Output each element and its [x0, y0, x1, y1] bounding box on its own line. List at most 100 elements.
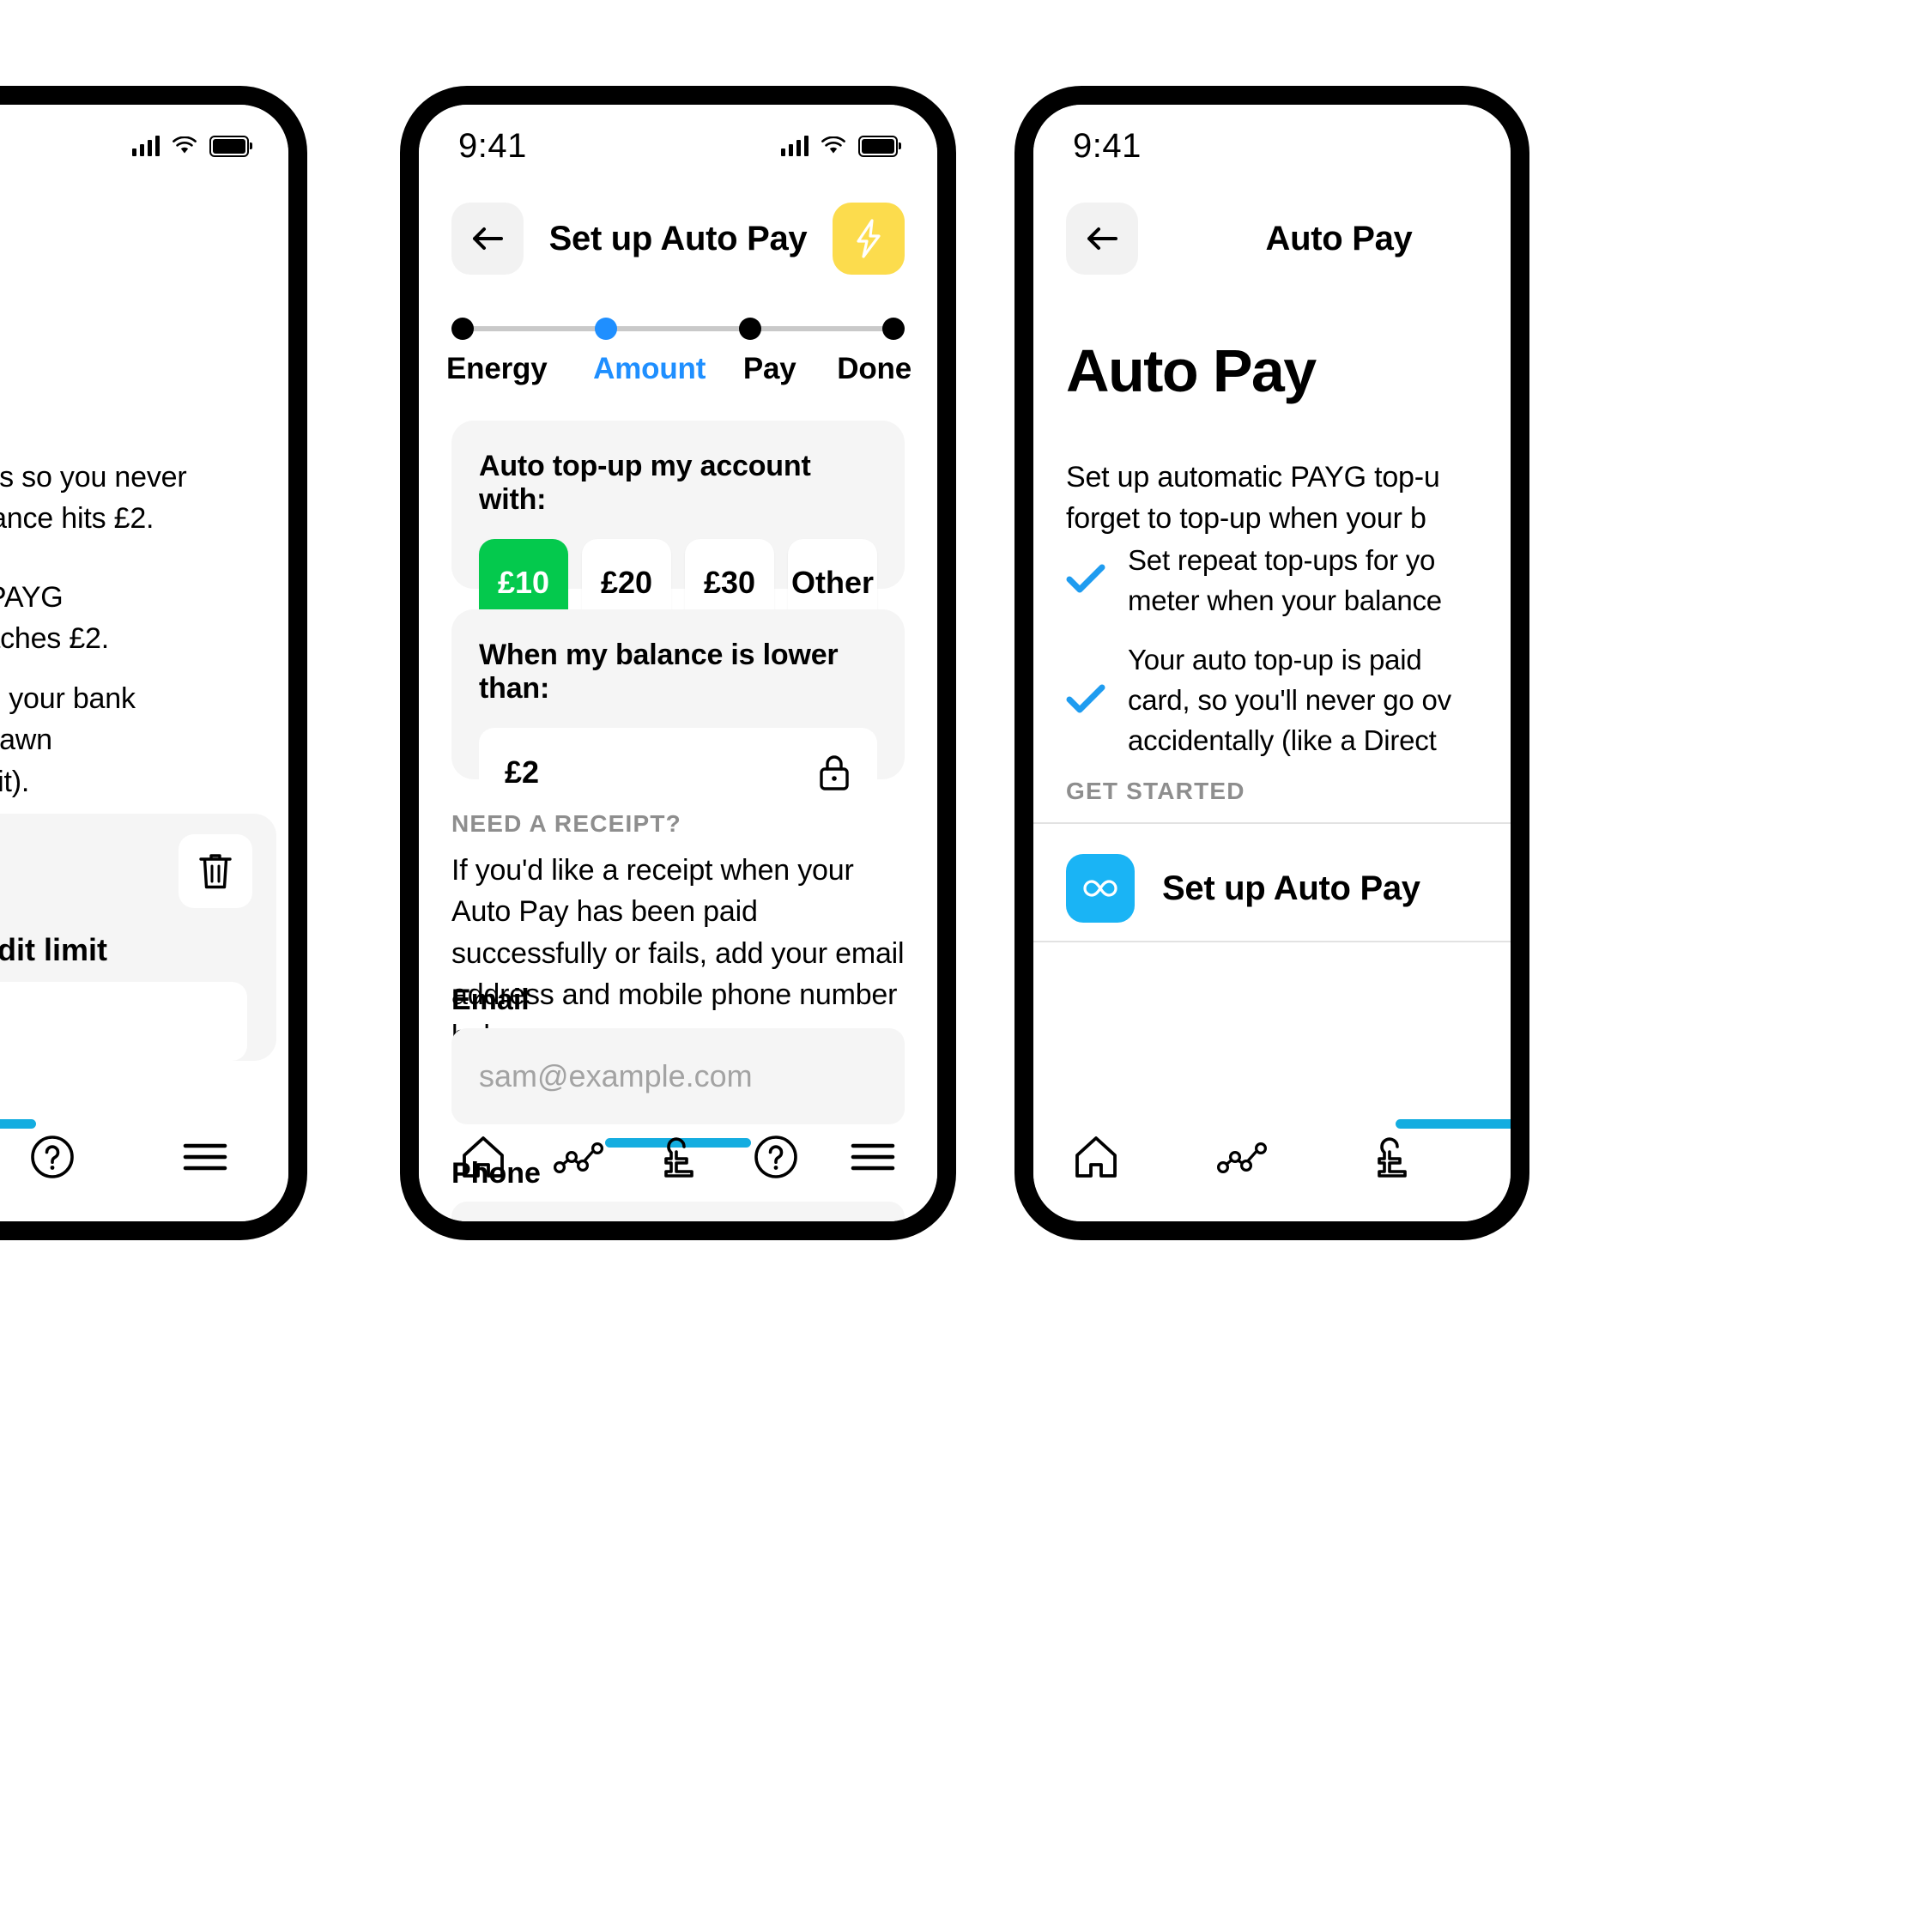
balance-threshold-value: £2 [505, 754, 540, 790]
arrow-left-icon [473, 227, 503, 250]
usage-graph-icon [1216, 1142, 1267, 1174]
benefit-item-2: Your auto top-up is paid card, so you'll… [1066, 640, 1511, 761]
progress-stepper: Energy Amount Pay Done [446, 316, 911, 386]
stepper-dot-energy[interactable] [451, 318, 474, 340]
cellular-signal-icon [131, 136, 160, 156]
divider-top [1033, 822, 1511, 824]
back-button[interactable] [1066, 203, 1138, 275]
page-title: Auto Pay [1066, 337, 1317, 404]
stepper-labels: Energy Amount Pay Done [446, 352, 911, 386]
left-paragraph-1: c PAYG top-ups so you never when your ba… [0, 461, 187, 536]
back-button[interactable] [451, 203, 524, 275]
wifi-icon [172, 136, 197, 155]
middle-screen: 9:41 Set up Auto Pay Energy Amount Pay D… [419, 105, 937, 1221]
quick-action-button[interactable] [833, 203, 905, 275]
stepper-label-amount: Amount [593, 352, 706, 385]
pound-icon [1378, 1137, 1407, 1178]
right-nav-title: Auto Pay [1265, 219, 1413, 257]
receipt-body: If you'd like a receipt when your Auto P… [451, 854, 905, 1052]
email-label: Email [451, 984, 530, 1016]
stepper-track [451, 316, 905, 342]
right-screen: 9:41 Auto Pay Auto Pay Set up automatic … [1033, 105, 1511, 1221]
check-icon [1066, 683, 1105, 718]
stepper-dot-amount[interactable] [595, 318, 618, 340]
stepper-dots [451, 318, 905, 340]
tab-menu[interactable] [173, 1125, 237, 1189]
middle-status-time: 9:41 [458, 126, 527, 165]
cellular-signal-icon [780, 136, 809, 156]
email-placeholder: sam@example.com [479, 1058, 753, 1093]
menu-icon [851, 1143, 895, 1171]
receipt-eyebrow: NEED A RECEIPT? [451, 810, 681, 837]
middle-navbar: Set up Auto Pay [419, 187, 937, 290]
balance-threshold-title: When my balance is lower than: [479, 639, 839, 705]
credit-limit-label: Credit limit [0, 932, 107, 967]
home-icon [462, 1136, 504, 1178]
infinity-icon [1083, 880, 1117, 897]
delete-button[interactable] [179, 834, 252, 908]
tab-usage[interactable] [548, 1125, 612, 1189]
tab-help[interactable] [21, 1125, 84, 1189]
tab-pay[interactable] [646, 1125, 710, 1189]
left-navbar: Auto Pay [0, 187, 288, 290]
pound-icon [664, 1137, 693, 1178]
left-tabbar [0, 1093, 288, 1221]
phone-left: Auto Pay c PAYG top-ups so you never whe… [0, 86, 307, 1240]
topup-amount-title: Auto top-up my account with: [479, 450, 811, 516]
trash-icon [199, 854, 232, 889]
tab-usage[interactable] [1212, 1125, 1275, 1189]
right-navbar: Auto Pay [1033, 187, 1511, 290]
stepper-dot-done[interactable] [881, 318, 905, 340]
balance-threshold-card: When my balance is lower than: £2 [451, 609, 905, 817]
benefit-item-1: Set repeat top-ups for yo meter when you… [1066, 541, 1511, 621]
battery-icon [858, 135, 901, 157]
middle-status-bar: 9:41 [419, 105, 937, 187]
left-bullet-1: op-ups for your PAYG your balance reache… [0, 581, 110, 656]
usage-graph-icon [554, 1142, 604, 1174]
stepper-label-energy: Energy [446, 352, 548, 385]
tab-home[interactable] [1064, 1125, 1128, 1189]
tab-pay[interactable] [1360, 1125, 1423, 1189]
battery-icon [209, 135, 252, 157]
list-item-setup-auto-pay[interactable]: Set up Auto Pay [1066, 836, 1511, 941]
stepper-label-done: Done [837, 352, 911, 385]
tab-menu[interactable] [841, 1125, 905, 1189]
balance-threshold-field[interactable]: £2 [479, 728, 877, 817]
benefit-text-1: Set repeat top-ups for yo meter when you… [1128, 544, 1442, 616]
right-tabbar [1033, 1093, 1511, 1221]
tab-home[interactable] [451, 1125, 515, 1189]
credit-limit-value-field[interactable]: £2.00 [0, 982, 247, 1061]
benefit-text-2: Your auto top-up is paid card, so you'll… [1128, 644, 1451, 756]
left-status-bar [0, 105, 288, 187]
help-circle-icon [31, 1136, 74, 1178]
infinity-icon-tile [1066, 854, 1135, 923]
arrow-left-icon [1087, 227, 1117, 250]
phone-right: 9:41 Auto Pay Auto Pay Set up automatic … [1014, 86, 1529, 1240]
wifi-icon [821, 136, 846, 155]
get-started-label: GET STARTED [1066, 778, 1245, 804]
right-intro: Set up automatic PAYG top-u forget to to… [1066, 461, 1440, 536]
divider-bottom [1033, 941, 1511, 942]
menu-icon [183, 1143, 227, 1171]
middle-tabbar [419, 1093, 937, 1221]
left-bullet-2: op-up is paid with your bank ll never go… [0, 682, 136, 798]
check-icon [1066, 563, 1105, 598]
right-status-bar: 9:41 [1033, 105, 1511, 187]
list-item-label: Set up Auto Pay [1162, 869, 1420, 907]
left-credit-limit-card: Credit limit £2.00 [0, 814, 276, 1061]
help-circle-icon [754, 1136, 797, 1178]
right-status-time: 9:41 [1073, 126, 1142, 165]
home-icon [1075, 1136, 1117, 1178]
left-status-icons [131, 135, 252, 157]
middle-status-icons [780, 135, 901, 157]
left-screen: Auto Pay c PAYG top-ups so you never whe… [0, 105, 288, 1221]
topup-amount-card: Auto top-up my account with: £10 £20 £30… [451, 421, 905, 627]
lightning-bolt-icon [857, 219, 881, 258]
tab-help[interactable] [744, 1125, 808, 1189]
left-nav-title: Auto Pay [0, 220, 288, 258]
lock-icon [820, 755, 849, 790]
phone-middle: 9:41 Set up Auto Pay Energy Amount Pay D… [400, 86, 956, 1240]
stepper-label-pay: Pay [742, 352, 796, 385]
screenshot-stage: Auto Pay c PAYG top-ups so you never whe… [0, 0, 1932, 1932]
stepper-dot-pay[interactable] [738, 318, 761, 340]
